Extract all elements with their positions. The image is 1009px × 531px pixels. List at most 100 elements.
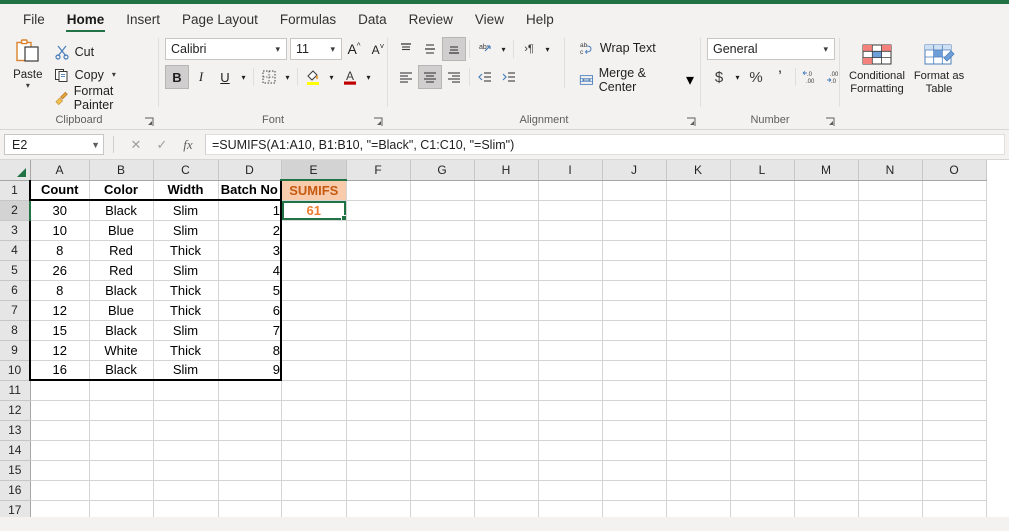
cell-L5[interactable]: [730, 260, 795, 281]
row-header-16[interactable]: 16: [0, 480, 31, 501]
cell-A6[interactable]: 8: [29, 280, 90, 301]
row-header-11[interactable]: 11: [0, 380, 31, 401]
cell-H4[interactable]: [474, 240, 539, 261]
cell-C5[interactable]: Slim: [153, 260, 219, 281]
cell-L1[interactable]: [730, 180, 795, 201]
cell-E10[interactable]: [281, 360, 347, 381]
row-header-13[interactable]: 13: [0, 420, 31, 441]
cell-I1[interactable]: [538, 180, 603, 201]
cell-N17[interactable]: [858, 500, 923, 517]
cell-H2[interactable]: [474, 200, 539, 221]
formula-input[interactable]: =SUMIFS(A1:A10, B1:B10, "=Black", C1:C10…: [205, 134, 1005, 155]
cell-M11[interactable]: [794, 380, 859, 401]
cell-L17[interactable]: [730, 500, 795, 517]
cell-B3[interactable]: Blue: [89, 220, 154, 241]
enter-formula-icon[interactable]: ✓: [149, 137, 175, 153]
cell-H13[interactable]: [474, 420, 539, 441]
cell-N10[interactable]: [858, 360, 923, 381]
cell-A3[interactable]: 10: [29, 220, 90, 241]
column-header-e[interactable]: E: [281, 160, 347, 181]
cell-E9[interactable]: [281, 340, 347, 361]
cell-D6[interactable]: 5: [218, 280, 282, 301]
cell-D2[interactable]: 1: [218, 200, 282, 221]
cell-O3[interactable]: [922, 220, 987, 241]
cell-O9[interactable]: [922, 340, 987, 361]
column-header-i[interactable]: I: [538, 160, 603, 181]
cell-K6[interactable]: [666, 280, 731, 301]
cell-J14[interactable]: [602, 440, 667, 461]
cell-L10[interactable]: [730, 360, 795, 381]
cell-G12[interactable]: [410, 400, 475, 421]
cell-B14[interactable]: [89, 440, 154, 461]
cell-O2[interactable]: [922, 200, 987, 221]
cell-H8[interactable]: [474, 320, 539, 341]
cell-A1[interactable]: Count: [29, 180, 90, 201]
underline-chevron-down-icon[interactable]: ▾: [237, 65, 250, 89]
cell-F12[interactable]: [346, 400, 411, 421]
cell-A9[interactable]: 12: [29, 340, 90, 361]
row-header-14[interactable]: 14: [0, 440, 31, 461]
cell-D5[interactable]: 4: [218, 260, 282, 281]
orientation-button[interactable]: ab: [473, 37, 497, 61]
cell-J7[interactable]: [602, 300, 667, 321]
cell-D8[interactable]: 7: [218, 320, 282, 341]
row-header-15[interactable]: 15: [0, 460, 31, 481]
cell-A8[interactable]: 15: [29, 320, 90, 341]
row-header-6[interactable]: 6: [0, 280, 31, 301]
cell-O13[interactable]: [922, 420, 987, 441]
cell-M13[interactable]: [794, 420, 859, 441]
align-middle-button[interactable]: [418, 37, 442, 61]
cell-B17[interactable]: [89, 500, 154, 517]
font-size-chevron-down-icon[interactable]: ▾: [326, 44, 339, 55]
increase-decimal-button[interactable]: .0 .00: [799, 65, 823, 89]
cell-D15[interactable]: [218, 460, 282, 481]
cell-I16[interactable]: [538, 480, 603, 501]
percent-format-button[interactable]: %: [744, 65, 768, 89]
row-header-8[interactable]: 8: [0, 320, 31, 341]
cell-I8[interactable]: [538, 320, 603, 341]
cell-I6[interactable]: [538, 280, 603, 301]
cell-G4[interactable]: [410, 240, 475, 261]
cell-G6[interactable]: [410, 280, 475, 301]
cell-F14[interactable]: [346, 440, 411, 461]
cell-K16[interactable]: [666, 480, 731, 501]
cell-F9[interactable]: [346, 340, 411, 361]
cell-O16[interactable]: [922, 480, 987, 501]
cell-F17[interactable]: [346, 500, 411, 517]
column-header-g[interactable]: G: [410, 160, 475, 181]
cell-N8[interactable]: [858, 320, 923, 341]
cell-N4[interactable]: [858, 240, 923, 261]
cell-C8[interactable]: Slim: [153, 320, 219, 341]
cell-J2[interactable]: [602, 200, 667, 221]
cell-D11[interactable]: [218, 380, 282, 401]
cell-K10[interactable]: [666, 360, 731, 381]
cell-E15[interactable]: [281, 460, 347, 481]
column-header-k[interactable]: K: [666, 160, 731, 181]
text-direction-button[interactable]: ›¶: [517, 37, 541, 61]
cell-E2[interactable]: 61: [281, 200, 347, 221]
cell-A11[interactable]: [30, 380, 90, 401]
column-header-n[interactable]: N: [858, 160, 923, 181]
cell-I14[interactable]: [538, 440, 603, 461]
cell-E14[interactable]: [281, 440, 347, 461]
cell-N5[interactable]: [858, 260, 923, 281]
cell-E12[interactable]: [281, 400, 347, 421]
cell-G3[interactable]: [410, 220, 475, 241]
cell-A13[interactable]: [30, 420, 90, 441]
cell-E13[interactable]: [281, 420, 347, 441]
cell-O15[interactable]: [922, 460, 987, 481]
cell-A15[interactable]: [30, 460, 90, 481]
cell-J8[interactable]: [602, 320, 667, 341]
wrap-text-button[interactable]: ab c Wrap Text: [579, 36, 694, 60]
cell-M12[interactable]: [794, 400, 859, 421]
cell-I4[interactable]: [538, 240, 603, 261]
cell-C16[interactable]: [153, 480, 219, 501]
cell-H12[interactable]: [474, 400, 539, 421]
cell-L9[interactable]: [730, 340, 795, 361]
cell-C15[interactable]: [153, 460, 219, 481]
cell-L12[interactable]: [730, 400, 795, 421]
cell-I2[interactable]: [538, 200, 603, 221]
cell-H7[interactable]: [474, 300, 539, 321]
cell-I15[interactable]: [538, 460, 603, 481]
cell-J12[interactable]: [602, 400, 667, 421]
